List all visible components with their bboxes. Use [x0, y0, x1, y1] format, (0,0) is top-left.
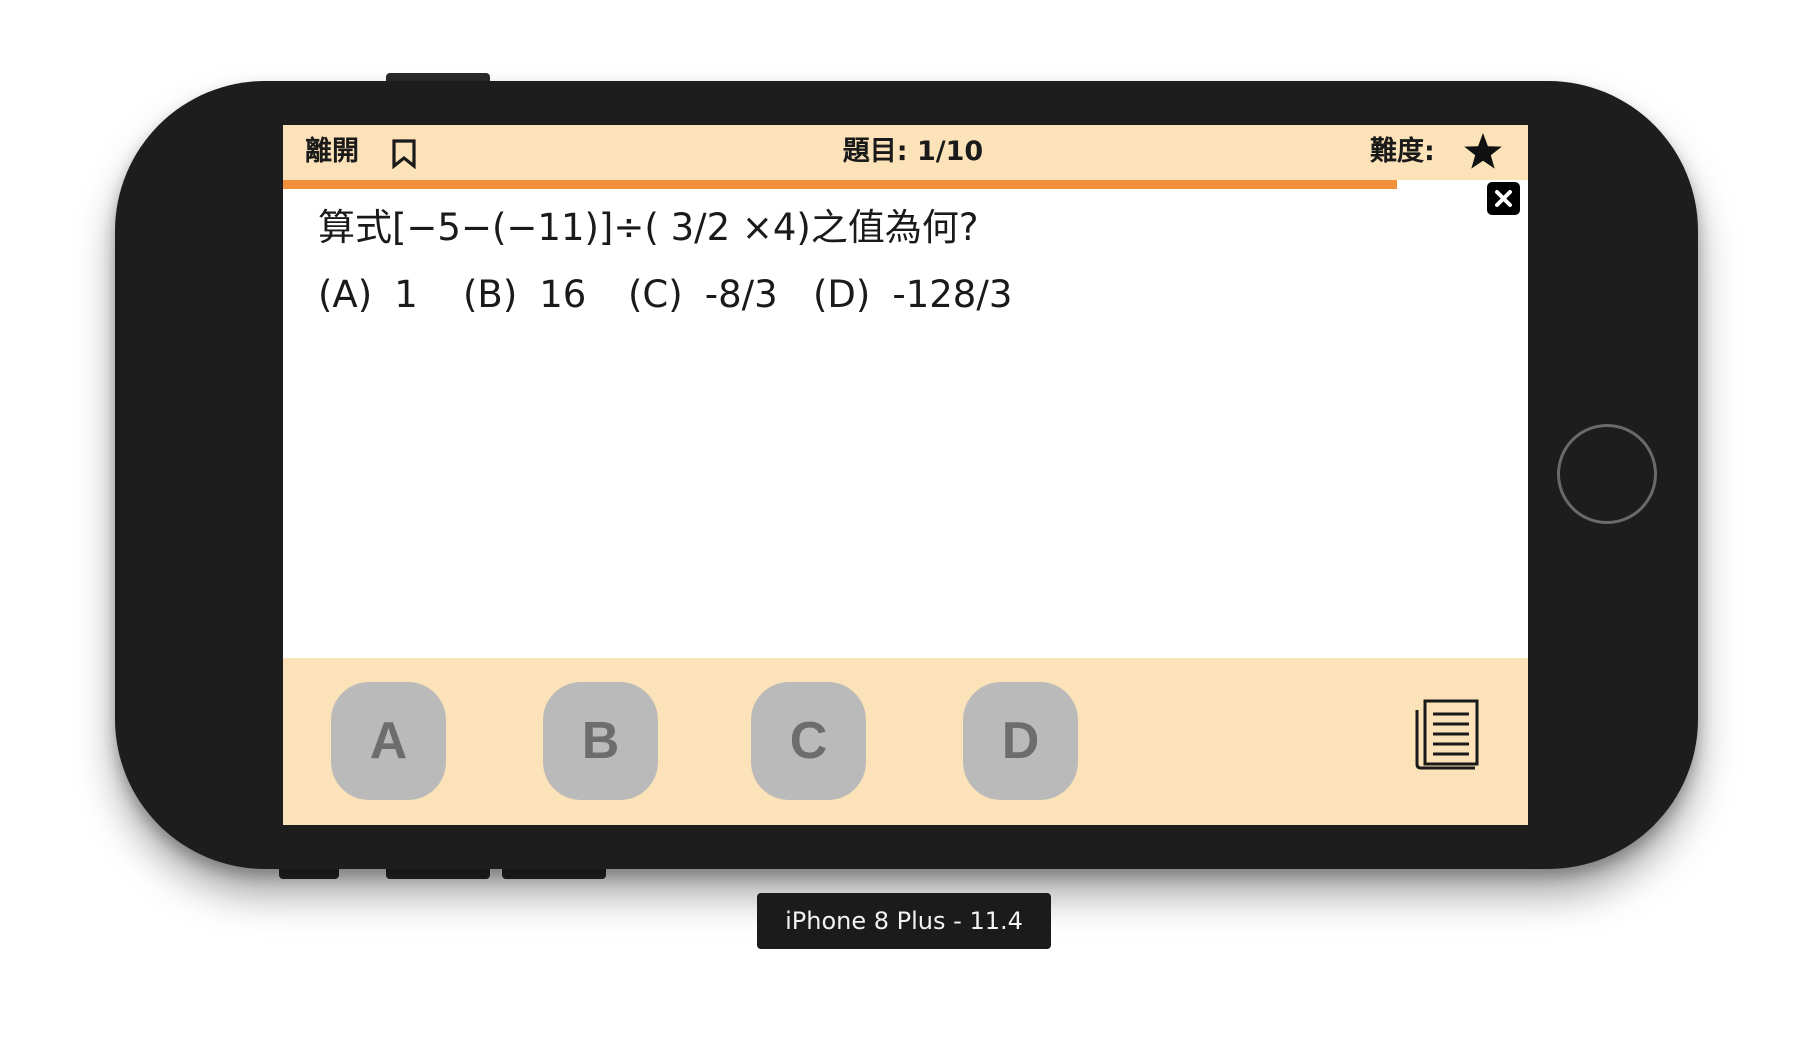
- simulator-device-label: iPhone 8 Plus - 11.4: [757, 893, 1051, 949]
- progress-bar: [283, 180, 1528, 189]
- top-bar: 離開 題目: 1/10 難度:: [283, 125, 1528, 180]
- answer-b-button[interactable]: B: [543, 682, 658, 800]
- document-list-icon[interactable]: [1413, 698, 1481, 770]
- option-value: 16: [539, 273, 587, 316]
- option-label: (A): [318, 273, 373, 316]
- option-label: (D): [813, 273, 871, 316]
- answer-bar: A B C D: [283, 658, 1528, 825]
- bookmark-icon[interactable]: [391, 139, 417, 169]
- close-button[interactable]: [1487, 182, 1520, 215]
- difficulty-label: 難度:: [1370, 136, 1435, 167]
- option-value: -128/3: [892, 273, 1013, 316]
- option-label: (C): [628, 273, 683, 316]
- option-b: (B) 16: [463, 270, 586, 320]
- answer-c-button[interactable]: C: [751, 682, 866, 800]
- progress-fill: [283, 180, 1398, 189]
- option-value: -8/3: [704, 273, 778, 316]
- leave-button[interactable]: 離開: [305, 135, 359, 169]
- option-label: (B): [463, 273, 518, 316]
- question-counter: 題目: 1/10: [833, 135, 993, 169]
- question-counter-label: 題目:: [842, 136, 908, 167]
- answer-a-button[interactable]: A: [331, 682, 446, 800]
- answer-d-button[interactable]: D: [963, 682, 1078, 800]
- star-icon: [1464, 133, 1502, 169]
- close-icon: [1495, 190, 1512, 207]
- simulator-stage: 離開 題目: 1/10 難度: 算式[−5−(−11)]÷( 3/2 ×4)之值…: [0, 0, 1804, 1044]
- question-text: 算式[−5−(−11)]÷( 3/2 ×4)之值為何?: [318, 206, 979, 249]
- option-a: (A) 1: [318, 270, 418, 320]
- option-c: (C) -8/3: [628, 270, 778, 320]
- option-d: (D) -128/3: [813, 270, 1012, 320]
- home-button[interactable]: [1557, 424, 1657, 524]
- app-screen: 離開 題目: 1/10 難度: 算式[−5−(−11)]÷( 3/2 ×4)之值…: [283, 125, 1528, 825]
- option-value: 1: [394, 273, 418, 316]
- question-counter-value: 1/10: [916, 136, 984, 167]
